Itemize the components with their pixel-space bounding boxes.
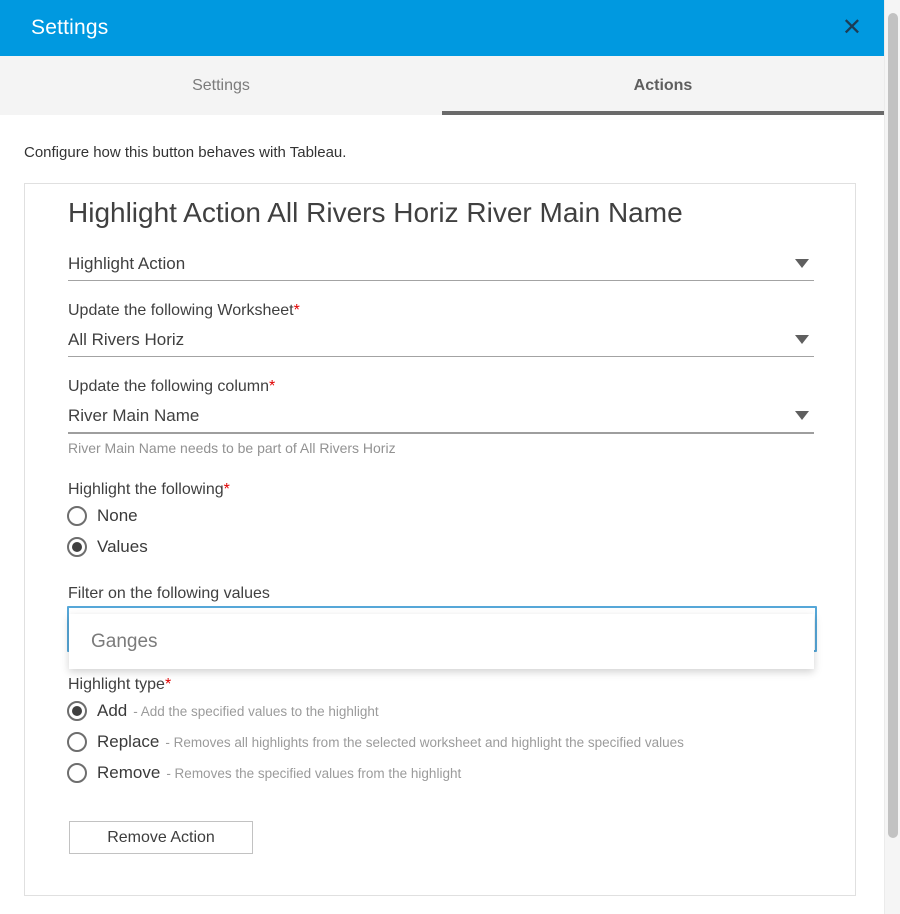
remove-action-button[interactable]: Remove Action <box>69 821 253 854</box>
radio-none-label: None <box>97 506 138 526</box>
column-label: Update the following column* <box>68 377 275 396</box>
worksheet-value: All Rivers Horiz <box>68 330 814 350</box>
scrollbar-track[interactable] <box>884 0 900 914</box>
settings-dialog: Settings ✕ Settings Actions Configure ho… <box>0 0 900 914</box>
radio-values-label: Values <box>97 537 148 557</box>
scrollbar-thumb[interactable] <box>888 13 898 838</box>
filter-values-label: Filter on the following values <box>68 584 270 603</box>
radio-add-label: Add <box>97 701 127 721</box>
chevron-down-icon <box>795 411 809 420</box>
column-select[interactable]: River Main Name <box>68 406 814 434</box>
tab-actions-label: Actions <box>634 77 693 95</box>
tab-settings-label: Settings <box>192 77 250 95</box>
tab-settings[interactable]: Settings <box>0 56 442 115</box>
radio-circle-icon <box>67 537 87 557</box>
column-helper-text: River Main Name needs to be part of All … <box>68 440 396 456</box>
tab-bar: Settings Actions <box>0 56 884 115</box>
highlight-following-label: Highlight the following* <box>68 480 230 499</box>
radio-circle-icon <box>67 732 87 752</box>
chevron-down-icon <box>795 259 809 268</box>
radio-circle-icon <box>67 763 87 783</box>
dialog-title: Settings <box>31 16 108 40</box>
worksheet-select[interactable]: All Rivers Horiz <box>68 330 814 357</box>
required-asterisk: * <box>165 676 171 693</box>
action-config-card: Highlight Action All Rivers Horiz River … <box>24 183 856 896</box>
radio-replace-description: - Removes all highlights from the select… <box>165 735 684 750</box>
radio-add-description: - Add the specified values to the highli… <box>133 704 378 719</box>
close-icon[interactable]: ✕ <box>842 16 862 40</box>
action-type-select[interactable]: Highlight Action <box>68 254 814 281</box>
radio-replace-label: Replace <box>97 732 159 752</box>
radio-circle-icon <box>67 506 87 526</box>
action-type-value: Highlight Action <box>68 254 814 274</box>
radio-remove[interactable]: Remove - Removes the specified values fr… <box>67 762 461 784</box>
required-asterisk: * <box>224 481 230 498</box>
highlight-type-label: Highlight type* <box>68 675 171 694</box>
required-asterisk: * <box>294 302 300 319</box>
suggestion-option-ganges[interactable]: Ganges <box>69 631 814 653</box>
tab-actions[interactable]: Actions <box>442 56 884 115</box>
dialog-header: Settings ✕ <box>0 0 884 56</box>
radio-none[interactable]: None <box>67 505 138 527</box>
required-asterisk: * <box>269 378 275 395</box>
intro-text: Configure how this button behaves with T… <box>24 144 346 161</box>
radio-circle-icon <box>67 701 87 721</box>
radio-remove-label: Remove <box>97 763 160 783</box>
worksheet-label: Update the following Worksheet* <box>68 301 300 320</box>
radio-values[interactable]: Values <box>67 536 148 558</box>
radio-remove-description: - Removes the specified values from the … <box>166 766 461 781</box>
chevron-down-icon <box>795 335 809 344</box>
suggestion-dropdown: Ganges <box>69 614 814 669</box>
column-value: River Main Name <box>68 406 814 426</box>
radio-replace[interactable]: Replace - Removes all highlights from th… <box>67 731 684 753</box>
action-title: Highlight Action All Rivers Horiz River … <box>68 196 683 230</box>
radio-add[interactable]: Add - Add the specified values to the hi… <box>67 700 379 722</box>
